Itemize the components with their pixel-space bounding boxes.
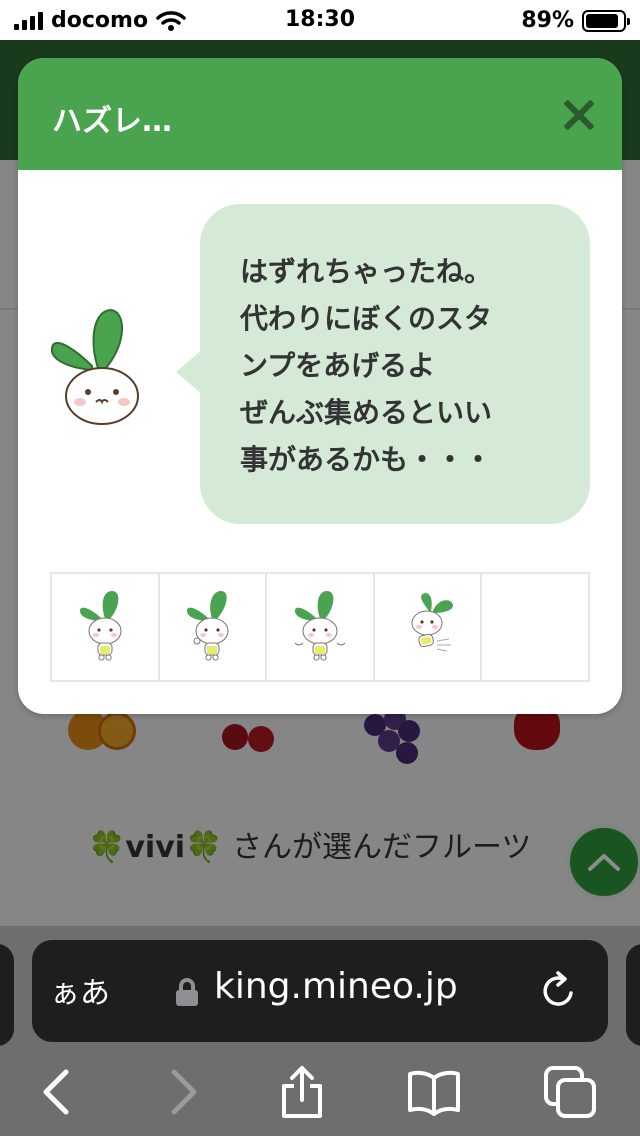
message-line: 代わりにぼくのスタ bbox=[240, 302, 493, 335]
url-text[interactable]: king.mineo.jp bbox=[214, 966, 458, 1007]
bookmarks-icon bbox=[408, 1070, 460, 1116]
battery-fill bbox=[586, 13, 619, 28]
empty-stamp-slot bbox=[482, 574, 588, 680]
browser-toolbar bbox=[0, 1054, 640, 1136]
share-button[interactable] bbox=[272, 1062, 332, 1122]
forward-button[interactable] bbox=[152, 1062, 212, 1122]
stamp-slot[interactable] bbox=[375, 574, 483, 680]
mascot-running-stamp bbox=[411, 593, 453, 652]
mascot-icon bbox=[50, 308, 139, 425]
back-icon bbox=[43, 1069, 69, 1115]
message-line: 事があるかも・・・ bbox=[240, 443, 493, 476]
modal-title: ハズレ… bbox=[52, 104, 172, 139]
battery-icon bbox=[582, 9, 630, 32]
next-tab-preview[interactable] bbox=[626, 944, 640, 1046]
result-modal: ハズレ… はずれちゃったね。 代わりにぼくのスタ ンプをあげるよ ぜんぶ集めると… bbox=[18, 58, 622, 714]
bookmarks-button[interactable] bbox=[404, 1062, 464, 1122]
message-line: ぜんぶ集めるといい bbox=[240, 396, 493, 429]
browser-bar: ぁあ king.mineo.jp bbox=[0, 926, 640, 1136]
mascot-standing-stamp bbox=[79, 591, 122, 661]
close-icon[interactable] bbox=[562, 98, 596, 132]
mascot-thinking-stamp bbox=[187, 591, 229, 661]
stamp-slot[interactable] bbox=[160, 574, 268, 680]
modal-header: ハズレ… bbox=[18, 58, 622, 170]
message-line: ンプをあげるよ bbox=[240, 349, 436, 382]
message-line: はずれちゃったね。 bbox=[240, 255, 493, 288]
forward-icon bbox=[171, 1069, 197, 1115]
address-bar[interactable]: ぁあ king.mineo.jp bbox=[32, 940, 608, 1042]
previous-tab-preview[interactable] bbox=[0, 944, 14, 1046]
reload-icon[interactable] bbox=[538, 970, 580, 1012]
mascot-waving-stamp bbox=[294, 591, 346, 661]
stamp-slot[interactable] bbox=[267, 574, 375, 680]
page-settings-button[interactable]: ぁあ bbox=[50, 968, 110, 1012]
speech-bubble: はずれちゃったね。 代わりにぼくのスタ ンプをあげるよ ぜんぶ集めるといい 事が… bbox=[176, 204, 590, 524]
lock-icon bbox=[176, 978, 198, 1006]
battery-group: 89% bbox=[521, 8, 630, 33]
back-button[interactable] bbox=[28, 1062, 88, 1122]
battery-percent: 89% bbox=[521, 8, 574, 33]
tabs-button[interactable] bbox=[540, 1062, 600, 1122]
share-icon bbox=[282, 1066, 322, 1118]
tabs-icon bbox=[544, 1066, 596, 1118]
stamp-slot[interactable] bbox=[52, 574, 160, 680]
stamp-collection bbox=[50, 572, 590, 682]
bubble-message: はずれちゃったね。 代わりにぼくのスタ ンプをあげるよ ぜんぶ集めるといい 事が… bbox=[240, 248, 570, 483]
status-bar: docomo 18:30 89% bbox=[0, 0, 640, 40]
